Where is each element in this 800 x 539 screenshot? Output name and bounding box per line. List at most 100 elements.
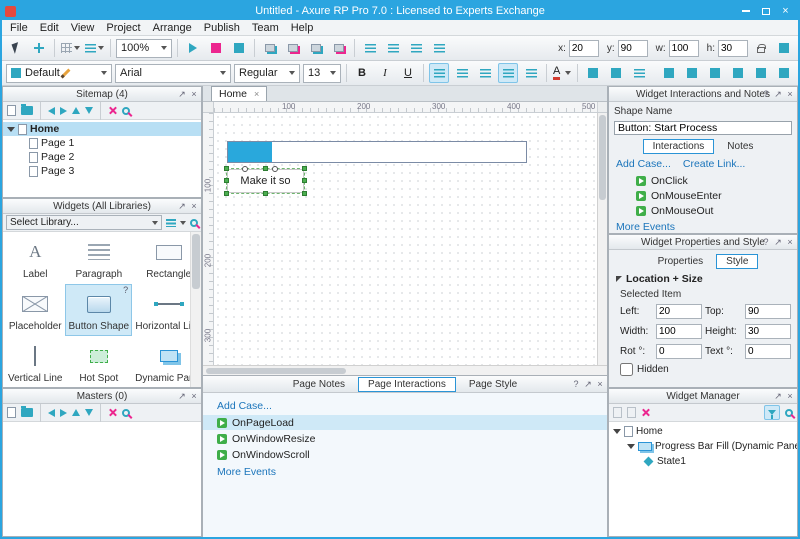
float-panel-icon[interactable]: ↗: [177, 89, 187, 99]
tab-home[interactable]: Home ×: [211, 86, 268, 101]
line-style-button[interactable]: [659, 63, 679, 83]
event-onwindowscroll[interactable]: OnWindowScroll: [203, 447, 607, 462]
outdent-icon[interactable]: [48, 408, 55, 417]
float-panel-icon[interactable]: ↗: [773, 89, 783, 99]
lock-button[interactable]: [751, 38, 771, 58]
bold-button[interactable]: B: [352, 63, 372, 83]
close-panel-icon[interactable]: ×: [189, 201, 199, 211]
scrollbar-thumb[interactable]: [192, 234, 200, 289]
close-panel-icon[interactable]: ×: [189, 391, 199, 401]
resize-handle[interactable]: [224, 166, 229, 171]
menu-edit[interactable]: Edit: [34, 22, 65, 34]
border-color-button[interactable]: [583, 63, 603, 83]
resize-handle[interactable]: [262, 191, 268, 196]
widget-paragraph[interactable]: Paragraph: [65, 232, 132, 284]
publish-button[interactable]: [206, 38, 226, 58]
width-input[interactable]: [656, 324, 702, 339]
search-icon[interactable]: [122, 408, 130, 417]
x-input[interactable]: [568, 39, 599, 57]
move-down-icon[interactable]: [85, 107, 93, 114]
shape-name-input[interactable]: [614, 121, 792, 135]
menu-view[interactable]: View: [65, 22, 101, 34]
widget-hot-spot[interactable]: Hot Spot: [65, 336, 132, 387]
location-size-section[interactable]: Location + Size: [614, 273, 792, 285]
widgets-scrollbar[interactable]: [190, 232, 201, 387]
indent-page-icon[interactable]: [60, 106, 67, 115]
align-right-button[interactable]: [406, 38, 426, 58]
search-icon[interactable]: [785, 408, 793, 417]
top-input[interactable]: [745, 304, 791, 319]
widget-placeholder[interactable]: Placeholder: [5, 284, 65, 336]
bring-front-button[interactable]: [306, 38, 326, 58]
corner-radius-button[interactable]: [728, 63, 748, 83]
move-up-icon[interactable]: [72, 107, 80, 114]
close-panel-icon[interactable]: ×: [785, 391, 795, 401]
sitemap-item-page3[interactable]: Page 3: [3, 164, 201, 178]
help-panel-icon[interactable]: ?: [761, 89, 771, 99]
manager-item-state1[interactable]: State1: [609, 454, 797, 469]
height-input[interactable]: [745, 324, 791, 339]
align-left-button[interactable]: [360, 38, 380, 58]
manager-item-progress-bar-fill[interactable]: Progress Bar Fill (Dynamic Panel): [609, 439, 797, 454]
underline-button[interactable]: U: [398, 63, 418, 83]
vertical-align-top-button[interactable]: [498, 63, 518, 83]
tree-expand-icon[interactable]: [7, 126, 15, 132]
left-input[interactable]: [656, 304, 702, 319]
fill-color-button[interactable]: [606, 63, 626, 83]
move-down-icon[interactable]: [85, 409, 93, 416]
start-process-button-widget[interactable]: Make it so: [224, 166, 307, 196]
library-menu-icon[interactable]: [166, 218, 176, 227]
italic-button[interactable]: I: [375, 63, 395, 83]
add-case-link[interactable]: Add Case...: [616, 158, 671, 170]
text-align-right-button[interactable]: [475, 63, 495, 83]
align-center-button[interactable]: [383, 38, 403, 58]
event-onmouseenter[interactable]: OnMouseEnter: [636, 189, 792, 202]
ungroup-button[interactable]: [283, 38, 303, 58]
style-preset-select[interactable]: Default: [6, 63, 112, 83]
design-canvas[interactable]: Make it so: [214, 113, 597, 365]
library-select[interactable]: Select Library...: [6, 215, 162, 230]
guides-options-button[interactable]: [84, 38, 105, 58]
progress-bar-widget[interactable]: [227, 141, 527, 163]
resize-handle[interactable]: [302, 191, 307, 196]
shadow-button[interactable]: [705, 63, 725, 83]
close-panel-icon[interactable]: ×: [595, 379, 605, 389]
add-folder-icon[interactable]: [21, 104, 33, 115]
group-button[interactable]: [260, 38, 280, 58]
scrollbar-thumb[interactable]: [599, 115, 606, 200]
search-icon[interactable]: [122, 106, 130, 115]
menu-project[interactable]: Project: [100, 22, 146, 34]
outdent-page-icon[interactable]: [48, 106, 55, 115]
opacity-button[interactable]: [774, 63, 794, 83]
w-input[interactable]: [668, 39, 699, 57]
tree-expand-icon[interactable]: [627, 444, 635, 449]
share-button[interactable]: [229, 38, 249, 58]
move-up-icon[interactable]: [72, 409, 80, 416]
add-page-icon[interactable]: [7, 105, 16, 116]
event-onpageload[interactable]: OnPageLoad: [203, 415, 607, 430]
minimize-button[interactable]: [736, 4, 755, 18]
connector-tool-button[interactable]: [29, 38, 49, 58]
hidden-checkbox[interactable]: [620, 363, 633, 376]
h-input[interactable]: [718, 39, 748, 57]
text-align-left-button[interactable]: [429, 63, 449, 83]
distribute-button[interactable]: [429, 38, 449, 58]
sitemap-item-page1[interactable]: Page 1: [3, 136, 201, 150]
sitemap-item-home[interactable]: Home: [3, 122, 201, 136]
tab-page-style[interactable]: Page Style: [459, 377, 527, 392]
tab-page-notes[interactable]: Page Notes: [283, 377, 355, 392]
widget-button-shape[interactable]: ? Button Shape: [65, 284, 133, 336]
menu-publish[interactable]: Publish: [198, 22, 246, 34]
delete-item-icon[interactable]: [641, 408, 650, 417]
help-panel-icon[interactable]: ?: [571, 379, 581, 389]
zoom-select[interactable]: 100%: [116, 38, 172, 58]
tab-page-interactions[interactable]: Page Interactions: [358, 376, 456, 392]
close-panel-icon[interactable]: ×: [189, 89, 199, 99]
tab-close-icon[interactable]: ×: [254, 89, 259, 99]
menu-arrange[interactable]: Arrange: [147, 22, 198, 34]
widget-vertical-line[interactable]: Vertical Line: [5, 336, 65, 387]
search-icon[interactable]: [190, 218, 198, 227]
help-panel-icon[interactable]: ?: [761, 237, 771, 247]
connector-point-icon[interactable]: [272, 166, 278, 172]
y-input[interactable]: [617, 39, 648, 57]
